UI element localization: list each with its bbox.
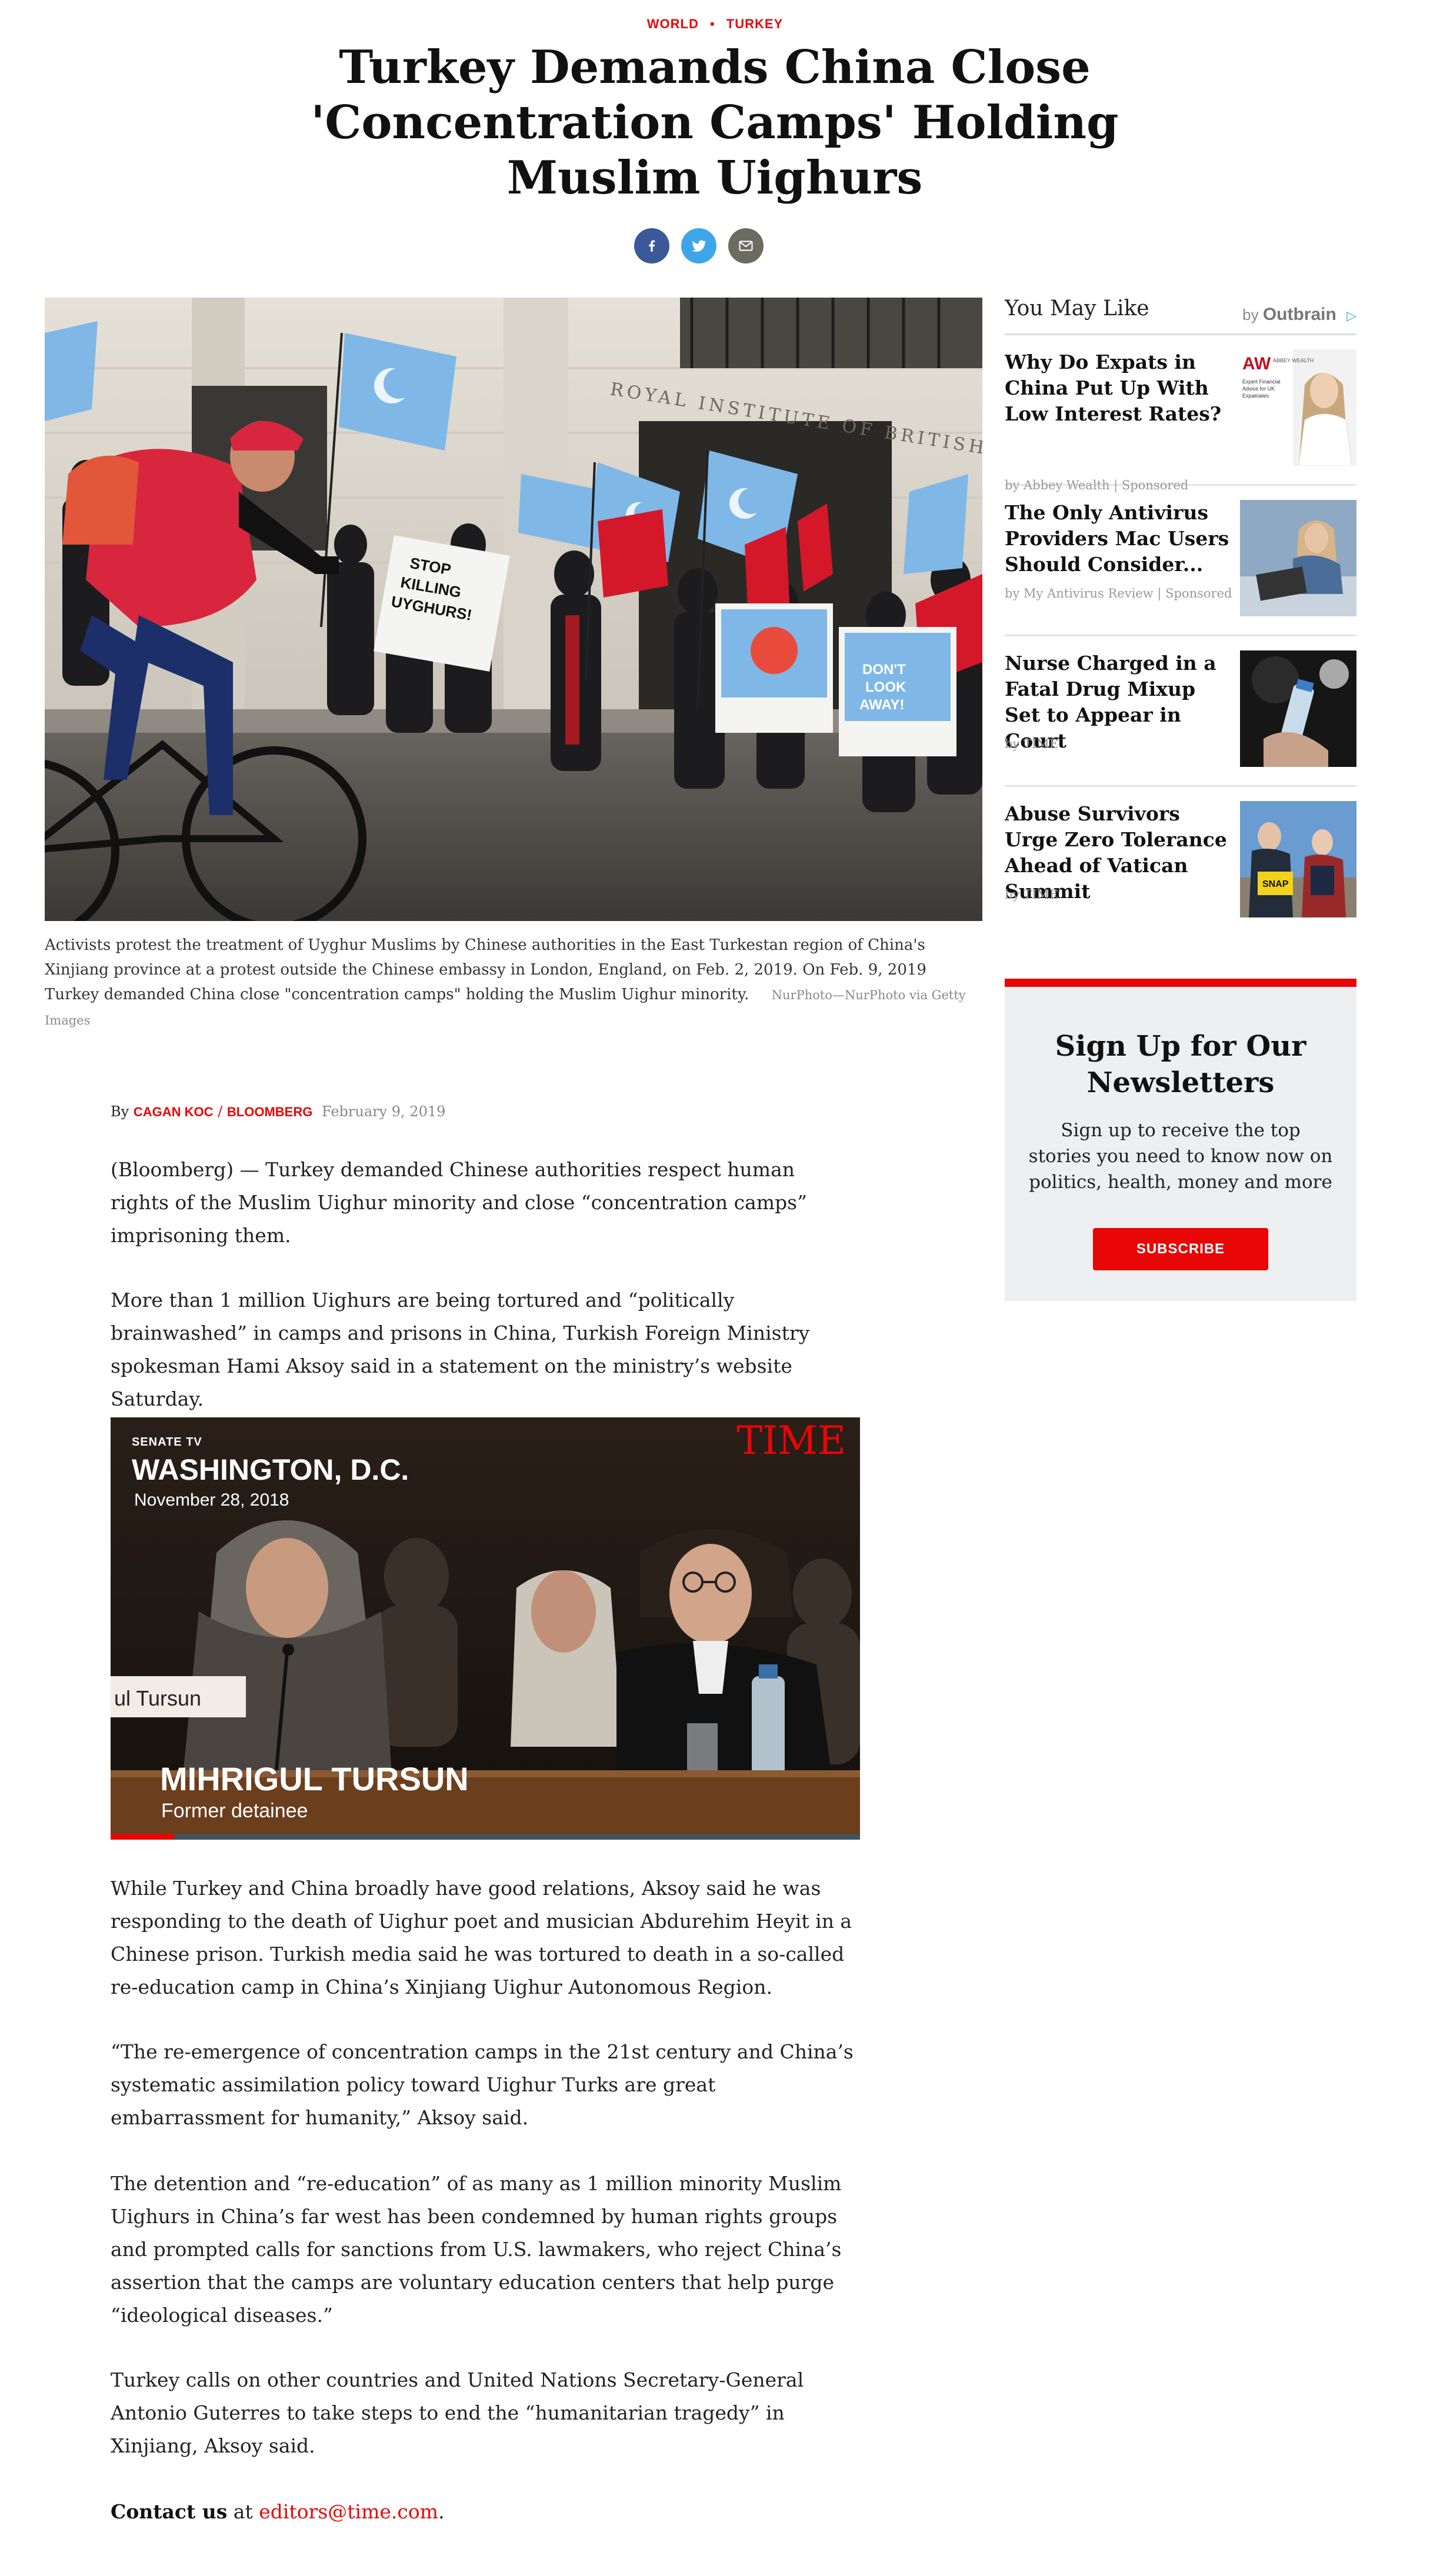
svg-text:DON'T: DON'T <box>862 662 906 678</box>
recommendation-card[interactable]: Why Do Expats in China Put Up With Low I… <box>1005 335 1356 492</box>
video-progress-fill <box>111 1834 175 1840</box>
contact-email-link[interactable]: editors@time.com <box>259 2500 438 2523</box>
recommendation-thumbnail[interactable]: AW ABBEY WEALTH Expert Financial Advice … <box>1240 349 1356 466</box>
svg-text:Former detainee: Former detainee <box>161 1800 308 1822</box>
recommendation-title[interactable]: Why Do Expats in China Put Up With Low I… <box>1005 349 1234 427</box>
hero-caption: Activists protest the treatment of Uyghu… <box>45 933 982 1033</box>
recommendation-thumbnail[interactable]: SNAP <box>1240 801 1356 917</box>
hero-photo: ROYAL INSTITUTE OF BRITISH ARC <box>45 298 982 921</box>
newsletter-title: Sign Up for Our Newsletters <box>1055 1030 1306 1099</box>
twitter-icon <box>691 240 706 252</box>
protest-photo-illustration: ROYAL INSTITUTE OF BRITISH ARC <box>45 298 982 921</box>
section-link-world[interactable]: WORLD <box>647 16 699 31</box>
article-paragraph: (Bloomberg) — Turkey demanded Chinese au… <box>111 1158 807 1247</box>
video-frame: ul Tursun SENATE TV WASHINGTON, D.C. Nov… <box>111 1417 860 1840</box>
video-player[interactable]: ul Tursun SENATE TV WASHINGTON, D.C. Nov… <box>111 1417 860 1840</box>
svg-text:Expert Financial: Expert Financial <box>1242 379 1281 385</box>
recommendation-card[interactable]: Abuse Survivors Urge Zero Tolerance Ahea… <box>1005 787 1356 937</box>
svg-text:ABBEY WEALTH: ABBEY WEALTH <box>1273 358 1314 363</box>
svg-text:Advice for UK: Advice for UK <box>1242 386 1275 392</box>
facebook-share-button[interactable] <box>634 228 669 263</box>
svg-text:AW: AW <box>1242 354 1271 373</box>
svg-text:SNAP: SNAP <box>1262 879 1289 889</box>
publish-date: February 9, 2019 <box>321 1103 446 1120</box>
contact-at: at <box>233 2500 253 2523</box>
recommendation-card[interactable]: The Only Antivirus Providers Mac Users S… <box>1005 486 1356 636</box>
contact-line: Contact us at editors@time.com. <box>111 2495 858 2528</box>
outbrain-attribution[interactable]: by Outbrain ▷ <box>1242 305 1356 325</box>
recommendation-thumbnail[interactable] <box>1240 500 1356 616</box>
recommendation-thumbnail[interactable] <box>1240 650 1356 767</box>
attribution-by: by <box>1242 306 1259 323</box>
recommendation-source: by TIME <box>1005 887 1059 902</box>
laptop-user-image <box>1240 500 1356 616</box>
newsletter-description: Sign up to receive the top stories you n… <box>1028 1120 1333 1193</box>
section-kicker: WORLD • TURKEY <box>0 16 1430 32</box>
svg-text:November 28, 2018: November 28, 2018 <box>134 1490 289 1510</box>
recommendations-header: You May Like by Outbrain ▷ <box>1005 294 1356 335</box>
article-paragraph: Turkey calls on other countries and Unit… <box>111 2368 804 2457</box>
email-icon <box>739 241 753 251</box>
medication-vial-image <box>1240 650 1356 767</box>
facebook-icon <box>649 240 655 252</box>
article-paragraph: “The re-emergence of concentration camps… <box>111 2040 854 2129</box>
byline-separator: / <box>218 1103 223 1120</box>
kicker-separator: • <box>709 16 715 31</box>
recommendations-title: You May Like <box>1005 296 1149 321</box>
svg-text:LOOK: LOOK <box>865 679 906 695</box>
article-paragraph: The detention and “re-education” of as m… <box>111 2172 842 2327</box>
share-bar <box>634 228 764 263</box>
article-paragraph: While Turkey and China broadly have good… <box>111 1877 852 1998</box>
author-link[interactable]: CAGAN KOC <box>134 1105 214 1119</box>
outbrain-logo: Outbrain <box>1262 305 1336 324</box>
recommendation-title[interactable]: The Only Antivirus Providers Mac Users S… <box>1005 500 1234 578</box>
email-share-button[interactable] <box>728 228 764 263</box>
protesters-image: SNAP <box>1240 801 1356 917</box>
twitter-share-button[interactable] <box>681 228 716 263</box>
svg-text:ul Tursun: ul Tursun <box>114 1686 201 1710</box>
recommendation-source: by TIME <box>1005 737 1059 751</box>
outlet-link[interactable]: BLOOMBERG <box>227 1105 312 1119</box>
newsletter-signup: Sign Up for Our Newsletters Sign up to r… <box>1005 979 1356 1301</box>
section-link-turkey[interactable]: TURKEY <box>726 16 783 31</box>
svg-text:MIHRIGUL TURSUN: MIHRIGUL TURSUN <box>160 1760 469 1797</box>
article-headline: Turkey Demands China Close 'Concentratio… <box>311 41 1119 205</box>
recommendation-card[interactable]: Nurse Charged in a Fatal Drug Mixup Set … <box>1005 636 1356 787</box>
adchoices-icon[interactable]: ▷ <box>1346 308 1356 323</box>
recommendation-source: by My Antivirus Review | Sponsored <box>1005 586 1232 600</box>
subscribe-button[interactable]: Subscribe <box>1093 1228 1268 1270</box>
svg-text:Expatriates: Expatriates <box>1242 393 1269 399</box>
recommendations-widget: You May Like by Outbrain ▷ Why Do Expats… <box>1005 294 1356 937</box>
video-progress-bar[interactable] <box>111 1834 860 1840</box>
byline-prefix: By <box>111 1103 129 1120</box>
contact-label: Contact us <box>111 2500 228 2523</box>
svg-text:AWAY!: AWAY! <box>859 697 904 713</box>
byline: By CAGAN KOC / BLOOMBERG February 9, 201… <box>111 1103 445 1120</box>
svg-text:SENATE TV: SENATE TV <box>132 1436 202 1449</box>
svg-text:WASHINGTON, D.C.: WASHINGTON, D.C. <box>132 1453 409 1486</box>
contact-period: . <box>438 2500 445 2523</box>
svg-text:TIME: TIME <box>736 1418 846 1463</box>
article-paragraph: More than 1 million Uighurs are being to… <box>111 1289 810 1410</box>
abbey-wealth-ad-image: AW ABBEY WEALTH Expert Financial Advice … <box>1240 349 1356 466</box>
